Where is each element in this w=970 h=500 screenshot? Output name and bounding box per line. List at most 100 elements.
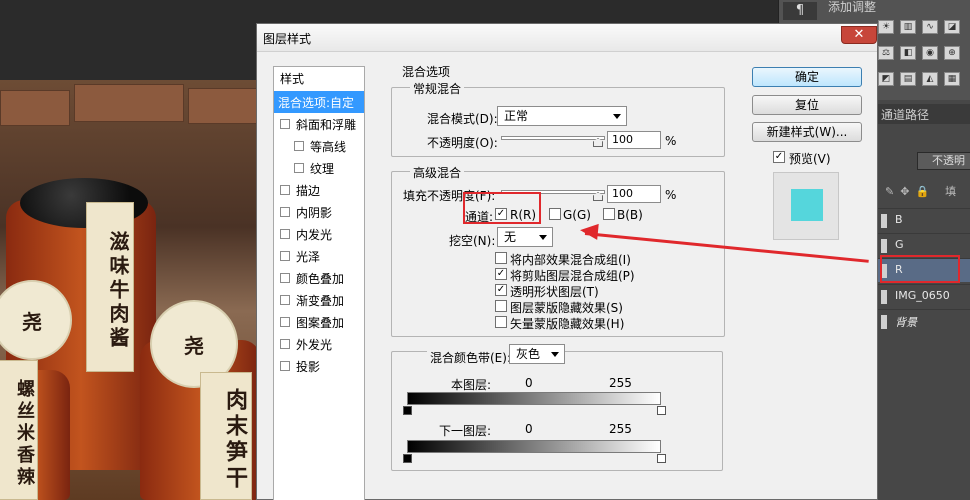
advanced-option-checkbox[interactable] [495, 252, 507, 264]
channel-name: G [895, 238, 904, 251]
style-item[interactable]: 光泽 [274, 245, 364, 267]
style-item-checkbox[interactable] [280, 273, 290, 283]
visibility-icon[interactable] [881, 239, 887, 253]
gradient-map-icon[interactable]: ▦ [944, 72, 960, 86]
fill-opacity-input[interactable]: 100 [607, 185, 661, 203]
channel-row[interactable]: G [877, 233, 970, 257]
style-item-checkbox[interactable] [280, 185, 290, 195]
style-item[interactable]: 等高线 [274, 135, 364, 157]
channel-name: B [895, 213, 903, 226]
style-item[interactable]: 渐变叠加 [274, 289, 364, 311]
style-item-label: 图案叠加 [296, 315, 345, 330]
jar-label-3: 螺丝米香辣 [0, 360, 38, 500]
style-item-checkbox[interactable] [294, 163, 304, 173]
levels-icon[interactable]: ▥ [900, 20, 916, 34]
tab-paths[interactable]: 路径 [905, 106, 929, 123]
channel-row[interactable]: 背景 [877, 309, 970, 333]
layer-style-dialog: 图层样式 ✕ 样式 混合选项:自定 斜面和浮雕等高线 纹理 描边 内阴影 内发光 光泽 颜色… [256, 23, 878, 500]
blend-if-value: 灰色 [516, 347, 541, 361]
channel-mixer-icon[interactable]: ⊕ [944, 46, 960, 60]
bw-icon[interactable]: ◧ [900, 46, 916, 60]
advanced-option-label: 透明形状图层(T) [510, 285, 599, 299]
style-item-checkbox[interactable] [280, 339, 290, 349]
dialog-titlebar[interactable]: 图层样式 ✕ [257, 24, 877, 52]
style-item[interactable]: 描边 [274, 179, 364, 201]
underlying-white-slider[interactable] [657, 454, 666, 463]
lock-icon[interactable]: 🔒 [915, 185, 929, 198]
knockout-value: 无 [504, 230, 517, 244]
reset-button[interactable]: 复位 [752, 95, 862, 115]
style-item[interactable]: 内发光 [274, 223, 364, 245]
this-layer-gradient[interactable] [407, 392, 661, 405]
ok-button[interactable]: 确定 [752, 67, 862, 87]
visibility-icon[interactable] [881, 214, 887, 228]
opacity-select[interactable]: 不透明 [917, 152, 970, 170]
paragraph-icon[interactable]: ¶ [783, 2, 817, 20]
visibility-icon[interactable] [881, 315, 887, 329]
style-list: 样式 混合选项:自定 斜面和浮雕等高线 纹理 描边 内阴影 内发光 光泽 颜色叠加渐变叠加图… [273, 66, 365, 500]
opacity-input[interactable]: 100 [607, 131, 661, 149]
adjustments-title: 添加调整 [828, 0, 877, 14]
style-item-blending-options[interactable]: 混合选项:自定 [274, 91, 364, 113]
threshold-icon[interactable]: ◭ [922, 72, 938, 86]
visibility-icon[interactable] [881, 290, 887, 304]
style-item-checkbox[interactable] [280, 229, 290, 239]
advanced-option-label: 矢量蒙版隐藏效果(H) [510, 317, 625, 331]
opacity-label: 不透明度(O): [427, 136, 498, 150]
opacity-slider[interactable] [501, 136, 605, 140]
exposure-icon[interactable]: ◪ [944, 20, 960, 34]
close-button[interactable]: ✕ [841, 26, 877, 44]
advanced-option-checkbox[interactable] [495, 316, 507, 328]
blend-if-select[interactable]: 灰色 [509, 344, 565, 364]
curves-icon[interactable]: ∿ [922, 20, 938, 34]
style-item[interactable]: 颜色叠加 [274, 267, 364, 289]
brightness-icon[interactable]: ☀ [878, 20, 894, 34]
knockout-select[interactable]: 无 [497, 227, 553, 247]
brush-lock-icon[interactable]: ✎ [885, 185, 894, 198]
style-item-checkbox[interactable] [294, 141, 304, 151]
style-item[interactable]: 投影 [274, 355, 364, 377]
style-item[interactable]: 图案叠加 [274, 311, 364, 333]
this-layer-white-slider[interactable] [657, 406, 666, 415]
posterize-icon[interactable]: ▤ [900, 72, 916, 86]
channel-g-checkbox[interactable] [549, 208, 561, 220]
style-item[interactable]: 纹理 [274, 157, 364, 179]
channel-name: IMG_0650 [895, 289, 950, 302]
advanced-option-checkbox[interactable] [495, 300, 507, 312]
style-item-checkbox[interactable] [280, 295, 290, 305]
channel-b-checkbox[interactable] [603, 208, 615, 220]
photo-filter-icon[interactable]: ◉ [922, 46, 938, 60]
blend-mode-select[interactable]: 正常 [497, 106, 627, 126]
style-item-checkbox[interactable] [280, 119, 290, 129]
this-layer-black-slider[interactable] [403, 406, 412, 415]
channel-row[interactable]: IMG_0650 [877, 284, 970, 308]
advanced-option-checkbox[interactable]: ✓ [495, 284, 507, 296]
fill-label: 填 [945, 185, 957, 198]
style-item-label: 渐变叠加 [296, 293, 345, 308]
new-style-button[interactable]: 新建样式(W)... [752, 122, 862, 142]
tab-channels[interactable]: 通道 [881, 106, 905, 123]
blend-if-group [391, 351, 723, 471]
style-item-checkbox[interactable] [280, 361, 290, 371]
advanced-option-checkbox[interactable]: ✓ [495, 268, 507, 280]
channel-row[interactable]: B [877, 208, 970, 232]
underlying-gradient[interactable] [407, 440, 661, 453]
style-item-checkbox[interactable] [280, 207, 290, 217]
photo-brick [188, 88, 258, 124]
balance-icon[interactable]: ⚖ [878, 46, 894, 60]
style-item-label: 斜面和浮雕 [296, 117, 357, 132]
style-item[interactable]: 外发光 [274, 333, 364, 355]
move-lock-icon[interactable]: ✥ [900, 185, 909, 198]
advanced-option-label: 将剪贴图层混合成组(P) [510, 269, 635, 283]
style-item[interactable]: 斜面和浮雕 [274, 113, 364, 135]
style-item-checkbox[interactable] [280, 317, 290, 327]
style-item-checkbox[interactable] [280, 251, 290, 261]
invert-icon[interactable]: ◩ [878, 72, 894, 86]
underlying-black-slider[interactable] [403, 454, 412, 463]
preview-checkbox[interactable]: ✓ [773, 151, 785, 163]
style-list-header[interactable]: 样式 [274, 67, 364, 89]
style-item-label: 外发光 [296, 337, 333, 352]
underlying-max: 255 [609, 422, 632, 436]
style-item[interactable]: 内阴影 [274, 201, 364, 223]
adjustments-row: ⚖ ◧ ◉ ⊕ [878, 46, 960, 60]
